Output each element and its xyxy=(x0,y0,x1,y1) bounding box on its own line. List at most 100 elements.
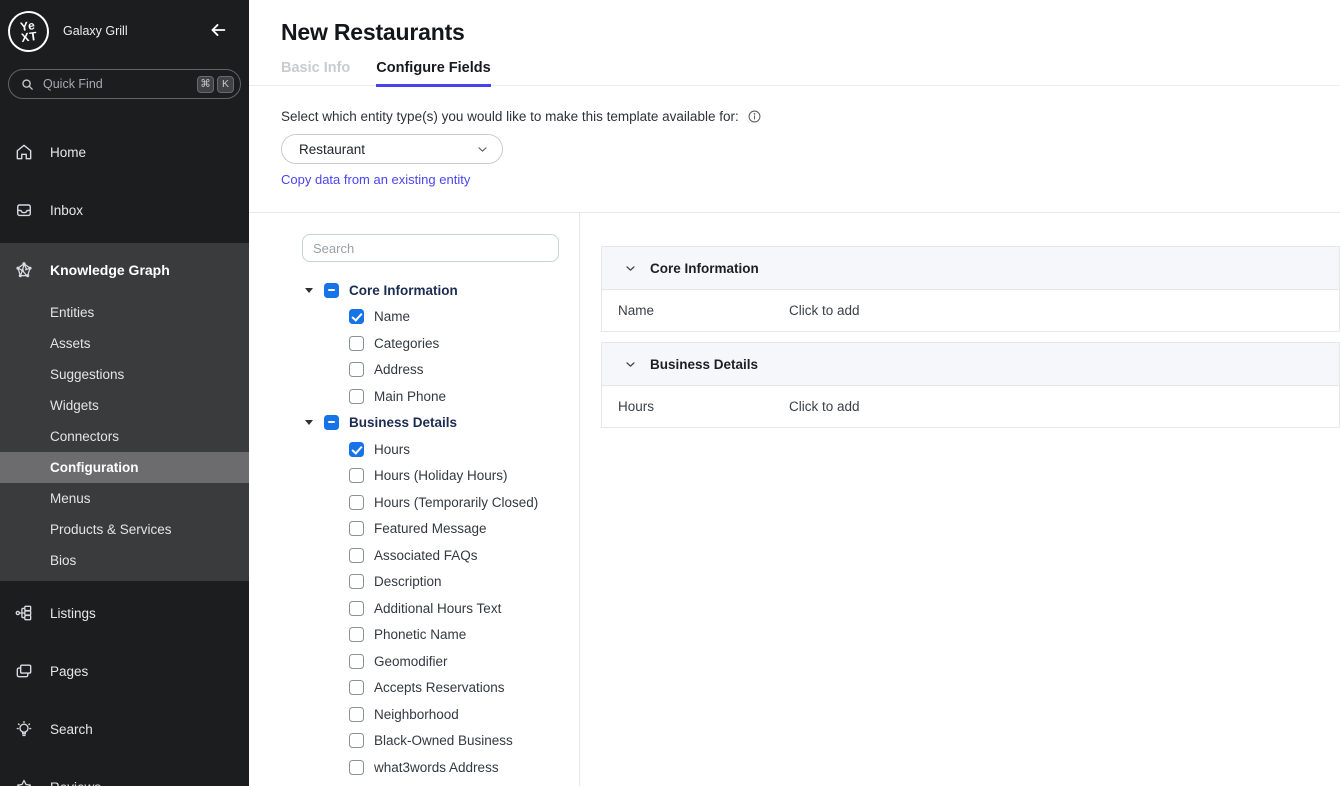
section-header-business-details[interactable]: Business Details xyxy=(602,343,1339,386)
tree-group-core-information[interactable]: Core Information xyxy=(302,277,559,304)
tree-field-hours-temporarily-closed[interactable]: Hours (Temporarily Closed) xyxy=(302,489,559,516)
search-platform-icon xyxy=(14,719,34,739)
group-checkbox[interactable] xyxy=(324,283,339,298)
tree-field-label: Hours xyxy=(374,442,410,457)
field-checkbox[interactable] xyxy=(349,309,364,324)
info-icon[interactable] xyxy=(747,109,762,124)
sidebar-item-configuration[interactable]: Configuration xyxy=(0,452,249,483)
tree-field-hours[interactable]: Hours xyxy=(302,436,559,463)
tree-field-name[interactable]: Name xyxy=(302,304,559,331)
tab-bar: Basic Info Configure Fields xyxy=(249,60,1340,86)
field-checkbox[interactable] xyxy=(349,442,364,457)
field-checkbox[interactable] xyxy=(349,521,364,536)
field-checkbox[interactable] xyxy=(349,362,364,377)
field-name-label: Hours xyxy=(618,399,789,414)
sidebar-item-label: Widgets xyxy=(50,398,99,413)
tree-field-featured-message[interactable]: Featured Message xyxy=(302,516,559,543)
tree-field-label: Additional Hours Text xyxy=(374,601,501,616)
field-checkbox[interactable] xyxy=(349,733,364,748)
sidebar-item-bios[interactable]: Bios xyxy=(0,545,249,576)
field-checkbox[interactable] xyxy=(349,495,364,510)
collapse-sidebar-button[interactable] xyxy=(207,19,231,43)
field-name-label: Name xyxy=(618,303,789,318)
field-checkbox[interactable] xyxy=(349,654,364,669)
preview-row-hours: Hours Click to add xyxy=(602,386,1339,427)
sidebar-item-listings[interactable]: Listings xyxy=(0,584,249,642)
tree-group-business-details[interactable]: Business Details xyxy=(302,410,559,437)
tree-field-label: Hours (Holiday Hours) xyxy=(374,468,508,483)
tree-field-what3words-address[interactable]: what3words Address xyxy=(302,754,559,781)
sidebar-item-label: Assets xyxy=(50,336,91,351)
brand-row: Ye XT Galaxy Grill xyxy=(0,0,249,62)
sidebar-item-products-services[interactable]: Products & Services xyxy=(0,514,249,545)
sidebar-item-suggestions[interactable]: Suggestions xyxy=(0,359,249,390)
knowledge-graph-section: Knowledge Graph Entities Assets Suggesti… xyxy=(0,243,249,581)
sidebar-item-reviews[interactable]: Reviews xyxy=(0,758,249,786)
sidebar-item-pages[interactable]: Pages xyxy=(0,642,249,700)
tree-field-main-phone[interactable]: Main Phone xyxy=(302,383,559,410)
field-checkbox[interactable] xyxy=(349,468,364,483)
template-preview-panel: Core Information Name Click to add Busin… xyxy=(580,213,1340,786)
field-checkbox[interactable] xyxy=(349,336,364,351)
field-checkbox[interactable] xyxy=(349,389,364,404)
tree-field-address[interactable]: Address xyxy=(302,357,559,384)
sidebar-item-label: Home xyxy=(50,145,86,160)
click-to-add-button[interactable]: Click to add xyxy=(789,303,860,318)
tree-field-accepts-reservations[interactable]: Accepts Reservations xyxy=(302,675,559,702)
sidebar-item-widgets[interactable]: Widgets xyxy=(0,390,249,421)
section-title: Business Details xyxy=(650,357,758,372)
tree-field-proof-of-vaccination[interactable]: Proof of Vaccination xyxy=(302,781,559,786)
yext-logo-icon: Ye XT xyxy=(5,8,51,54)
sidebar-item-assets[interactable]: Assets xyxy=(0,328,249,359)
chevron-down-icon xyxy=(476,143,489,156)
section-title: Core Information xyxy=(650,261,759,276)
tree-group-label: Business Details xyxy=(349,415,457,430)
sidebar-item-search[interactable]: Search xyxy=(0,700,249,758)
tree-field-label: Hours (Temporarily Closed) xyxy=(374,495,538,510)
sidebar-item-label: Bios xyxy=(50,553,76,568)
sidebar-item-entities[interactable]: Entities xyxy=(0,297,249,328)
field-search-input[interactable] xyxy=(302,234,559,262)
field-checkbox[interactable] xyxy=(349,707,364,722)
tree-field-neighborhood[interactable]: Neighborhood xyxy=(302,701,559,728)
sidebar-item-menus[interactable]: Menus xyxy=(0,483,249,514)
sidebar-item-knowledge-graph[interactable]: Knowledge Graph xyxy=(0,243,249,297)
tree-field-description[interactable]: Description xyxy=(302,569,559,596)
quick-find[interactable]: ⌘ K xyxy=(8,69,241,99)
search-icon xyxy=(20,77,35,92)
field-checkbox[interactable] xyxy=(349,680,364,695)
caret-down-icon[interactable] xyxy=(305,288,313,293)
tree-field-label: what3words Address xyxy=(374,760,499,775)
section-header-core-information[interactable]: Core Information xyxy=(602,247,1339,290)
tab-basic-info[interactable]: Basic Info xyxy=(281,60,350,85)
field-checkbox[interactable] xyxy=(349,760,364,775)
tree-field-additional-hours-text[interactable]: Additional Hours Text xyxy=(302,595,559,622)
field-checkbox[interactable] xyxy=(349,627,364,642)
tab-configure-fields[interactable]: Configure Fields xyxy=(376,60,490,87)
tree-field-associated-faqs[interactable]: Associated FAQs xyxy=(302,542,559,569)
copy-data-link[interactable]: Copy data from an existing entity xyxy=(281,172,470,187)
reviews-star-icon xyxy=(14,777,34,786)
sidebar-item-label: Configuration xyxy=(50,460,138,475)
sidebar-item-home[interactable]: Home xyxy=(0,123,249,181)
click-to-add-button[interactable]: Click to add xyxy=(789,399,860,414)
sidebar-item-inbox[interactable]: Inbox xyxy=(0,181,249,239)
tree-field-geomodifier[interactable]: Geomodifier xyxy=(302,648,559,675)
knowledge-graph-icon xyxy=(14,260,34,280)
tree-field-categories[interactable]: Categories xyxy=(302,330,559,357)
sidebar-item-connectors[interactable]: Connectors xyxy=(0,421,249,452)
group-checkbox[interactable] xyxy=(324,415,339,430)
entity-type-dropdown[interactable]: Restaurant xyxy=(281,134,503,164)
field-checkbox[interactable] xyxy=(349,574,364,589)
field-checkbox[interactable] xyxy=(349,601,364,616)
field-checkbox[interactable] xyxy=(349,548,364,563)
caret-down-icon[interactable] xyxy=(305,420,313,425)
tree-field-hours-holiday[interactable]: Hours (Holiday Hours) xyxy=(302,463,559,490)
sidebar-nav: Home Inbox Knowledge Graph Entities Asse… xyxy=(0,123,249,786)
tree-field-black-owned-business[interactable]: Black-Owned Business xyxy=(302,728,559,755)
tree-field-phonetic-name[interactable]: Phonetic Name xyxy=(302,622,559,649)
pages-icon xyxy=(14,661,34,681)
quick-find-input[interactable] xyxy=(43,77,194,91)
page-title: New Restaurants xyxy=(249,0,1340,46)
sidebar-item-label: Knowledge Graph xyxy=(50,262,170,278)
